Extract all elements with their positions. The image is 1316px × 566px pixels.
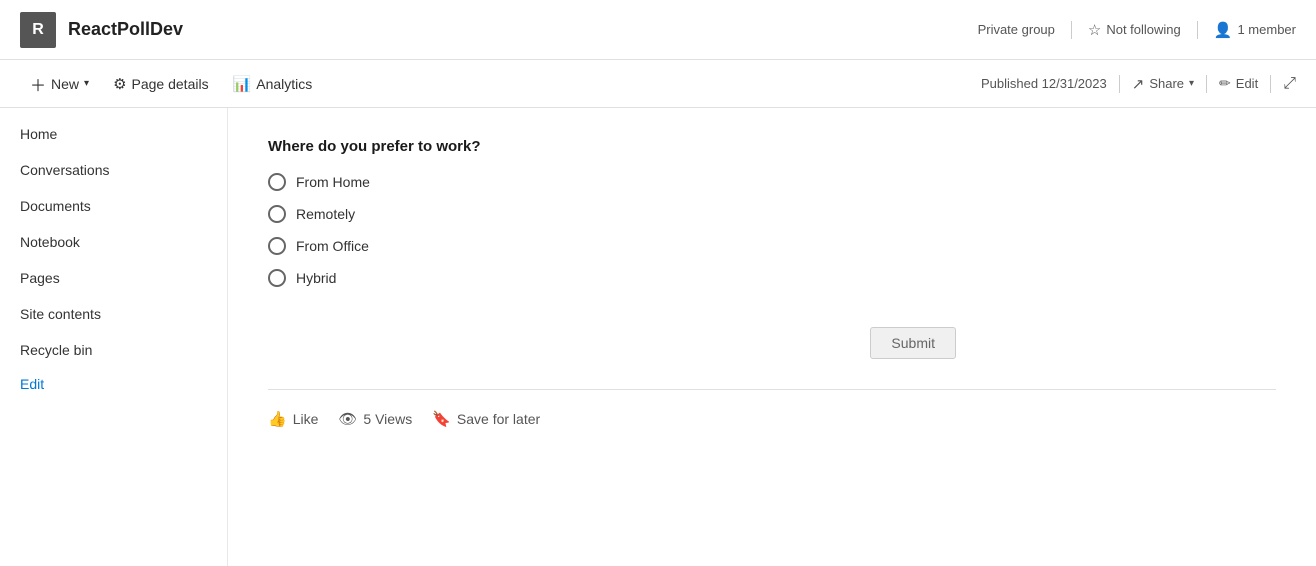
following-label: Not following <box>1106 22 1180 37</box>
views-count: 👁 5 Views <box>338 410 412 428</box>
poll-option-hybrid[interactable]: Hybrid <box>268 269 1276 287</box>
sidebar-item-home[interactable]: Home <box>0 116 227 152</box>
eye-icon: 👁 <box>338 410 357 428</box>
share-icon: ↗ <box>1132 75 1145 93</box>
sidebar-item-site-contents[interactable]: Site contents <box>0 296 227 332</box>
sidebar: Home Conversations Documents Notebook Pa… <box>0 108 228 566</box>
sidebar-edit-link[interactable]: Edit <box>0 368 227 402</box>
like-label: Like <box>293 411 319 427</box>
gear-icon: ⚙ <box>113 75 126 93</box>
sidebar-item-recycle-bin[interactable]: Recycle bin <box>0 332 227 368</box>
footer-actions: 👍 Like 👁 5 Views 🔖 Save for later <box>268 410 1276 428</box>
toolbar-right: Published 12/31/2023 ↗ Share ▾ ✏ Edit ⤢ <box>981 75 1296 93</box>
site-avatar: R <box>20 12 56 48</box>
person-icon: 👤 <box>1214 21 1233 39</box>
members-button[interactable]: 👤 1 member <box>1214 21 1296 39</box>
views-label: 5 Views <box>363 411 412 427</box>
radio-remotely[interactable] <box>268 205 286 223</box>
plus-icon: ＋ <box>30 72 46 96</box>
not-following-button[interactable]: ☆ Not following <box>1088 21 1181 39</box>
poll-options: From Home Remotely From Office Hybrid <box>268 173 1276 287</box>
edit-label: Edit <box>1236 76 1258 91</box>
private-group-text: Private group <box>978 22 1055 37</box>
new-label: New <box>51 76 79 92</box>
new-button[interactable]: ＋ New ▾ <box>20 66 99 102</box>
sidebar-item-conversations[interactable]: Conversations <box>0 152 227 188</box>
option-hybrid-label: Hybrid <box>296 270 336 286</box>
page-details-label: Page details <box>132 76 209 92</box>
page-layout: Home Conversations Documents Notebook Pa… <box>0 108 1316 566</box>
option-from-office-label: From Office <box>296 238 369 254</box>
site-title: ReactPollDev <box>68 19 978 40</box>
radio-from-office[interactable] <box>268 237 286 255</box>
share-label: Share <box>1149 76 1184 91</box>
published-label: Published 12/31/2023 <box>981 76 1107 91</box>
analytics-button[interactable]: 📊 Analytics <box>223 69 323 99</box>
submit-button[interactable]: Submit <box>870 327 956 359</box>
site-header: R ReactPollDev Private group ☆ Not follo… <box>0 0 1316 60</box>
header-right: Private group ☆ Not following 👤 1 member <box>978 21 1296 39</box>
bookmark-icon: 🔖 <box>432 410 451 428</box>
share-chevron-icon: ▾ <box>1189 78 1194 89</box>
content-divider <box>268 389 1276 390</box>
option-remotely-label: Remotely <box>296 206 355 222</box>
poll-option-from-home[interactable]: From Home <box>268 173 1276 191</box>
toolbar-divider-2 <box>1206 75 1207 93</box>
option-from-home-label: From Home <box>296 174 370 190</box>
edit-button[interactable]: ✏ Edit <box>1219 75 1258 92</box>
header-separator-1 <box>1071 21 1072 39</box>
star-icon: ☆ <box>1088 21 1101 39</box>
header-separator-2 <box>1197 21 1198 39</box>
like-button[interactable]: 👍 Like <box>268 410 318 428</box>
poll-question: Where do you prefer to work? <box>268 138 1276 155</box>
radio-from-home[interactable] <box>268 173 286 191</box>
sidebar-item-notebook[interactable]: Notebook <box>0 224 227 260</box>
chart-icon: 📊 <box>233 75 252 93</box>
edit-icon: ✏ <box>1219 75 1231 92</box>
save-label: Save for later <box>457 411 540 427</box>
analytics-label: Analytics <box>256 76 312 92</box>
share-button[interactable]: ↗ Share ▾ <box>1132 75 1194 93</box>
members-label: 1 member <box>1237 22 1296 37</box>
radio-hybrid[interactable] <box>268 269 286 287</box>
poll-option-remotely[interactable]: Remotely <box>268 205 1276 223</box>
toolbar-divider-1 <box>1119 75 1120 93</box>
poll-option-from-office[interactable]: From Office <box>268 237 1276 255</box>
chevron-down-icon: ▾ <box>84 78 89 89</box>
thumbs-up-icon: 👍 <box>268 410 287 428</box>
main-content: Where do you prefer to work? From Home R… <box>228 108 1316 566</box>
sidebar-item-documents[interactable]: Documents <box>0 188 227 224</box>
save-for-later-button[interactable]: 🔖 Save for later <box>432 410 540 428</box>
toolbar-divider-3 <box>1270 75 1271 93</box>
expand-icon[interactable]: ⤢ <box>1283 75 1296 93</box>
sidebar-item-pages[interactable]: Pages <box>0 260 227 296</box>
page-toolbar: ＋ New ▾ ⚙ Page details 📊 Analytics Publi… <box>0 60 1316 108</box>
private-group-label: Private group <box>978 22 1055 37</box>
submit-area: Submit <box>268 327 1276 359</box>
page-details-button[interactable]: ⚙ Page details <box>103 69 219 99</box>
